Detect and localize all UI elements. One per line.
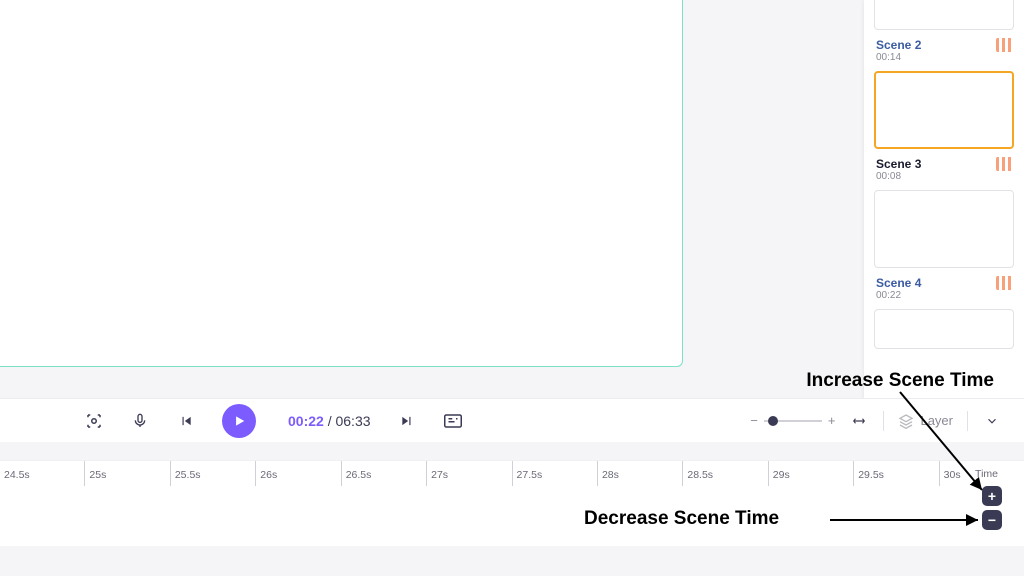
layer-button[interactable]: Layer [898,413,953,429]
timeline-tick: 25s [84,461,169,486]
scene-title: Scene 3 [876,157,921,171]
chevron-down-icon[interactable] [982,411,1002,431]
canvas-area[interactable] [0,0,683,367]
scene-thumb[interactable] [874,0,1014,30]
scene-selected-wrap [864,71,1024,149]
transition-icon[interactable] [996,157,1014,171]
timeline-tick: 27s [426,461,511,486]
scene-panel: Scene 2 00:14 Scene 3 00:08 Scene 4 00:2… [864,0,1024,400]
total-time: 06:33 [335,413,370,429]
scene-thumb[interactable] [874,309,1014,349]
transition-icon[interactable] [996,276,1014,290]
scene-label-row: Scene 4 [864,274,1024,290]
time-display: 00:22 / 06:33 [288,413,371,429]
divider [883,411,884,431]
skip-back-icon[interactable] [176,411,196,431]
zoom-track[interactable] [764,420,822,422]
fit-width-icon[interactable] [849,411,869,431]
mic-icon[interactable] [130,411,150,431]
timeline-body[interactable] [0,486,1024,546]
scene-title: Scene 4 [876,276,921,290]
current-time: 00:22 [288,413,324,429]
scene-time: 00:08 [864,171,1024,186]
timeline-tick: 29s [768,461,853,486]
timeline-tick: 27.5s [512,461,597,486]
scene-label-row: Scene 3 [864,155,1024,171]
decrease-scene-time-button[interactable]: − [982,510,1002,530]
transition-icon[interactable] [996,38,1014,52]
scene-time: 00:22 [864,290,1024,305]
timeline-end-label: Time [975,468,998,480]
timeline-tick: 26.5s [341,461,426,486]
annotation-increase: Increase Scene Time [806,370,994,392]
timeline-tick: 28s [597,461,682,486]
zoom-minus-icon[interactable]: − [750,413,758,428]
timeline-ruler[interactable]: 24.5s 25s 25.5s 26s 26.5s 27s 27.5s 28s … [0,460,1024,486]
play-button[interactable] [222,404,256,438]
zoom-knob[interactable] [768,416,778,426]
captions-icon[interactable] [443,411,463,431]
zoom-plus-icon[interactable]: + [828,413,836,428]
zoom-slider[interactable]: − + [750,413,835,428]
playback-bar: 00:22 / 06:33 − + Layer [0,398,1024,442]
skip-forward-icon[interactable] [397,411,417,431]
scene-time: 00:14 [864,52,1024,67]
timeline-tick: 29.5s [853,461,938,486]
annotation-decrease: Decrease Scene Time [584,508,779,530]
target-icon[interactable] [84,411,104,431]
timeline-tick: 28.5s [682,461,767,486]
scene-thumb[interactable] [874,190,1014,268]
scene-title: Scene 2 [876,38,921,52]
scene-label-row: Scene 2 [864,36,1024,52]
timeline-tick: 24.5s [0,461,84,486]
timeline-tick: 26s [255,461,340,486]
timeline-tick: 25.5s [170,461,255,486]
layer-label: Layer [920,413,953,428]
scene-time-controls: + − [982,486,1002,530]
scene-thumb-selected[interactable] [874,71,1014,149]
divider [967,411,968,431]
increase-scene-time-button[interactable]: + [982,486,1002,506]
